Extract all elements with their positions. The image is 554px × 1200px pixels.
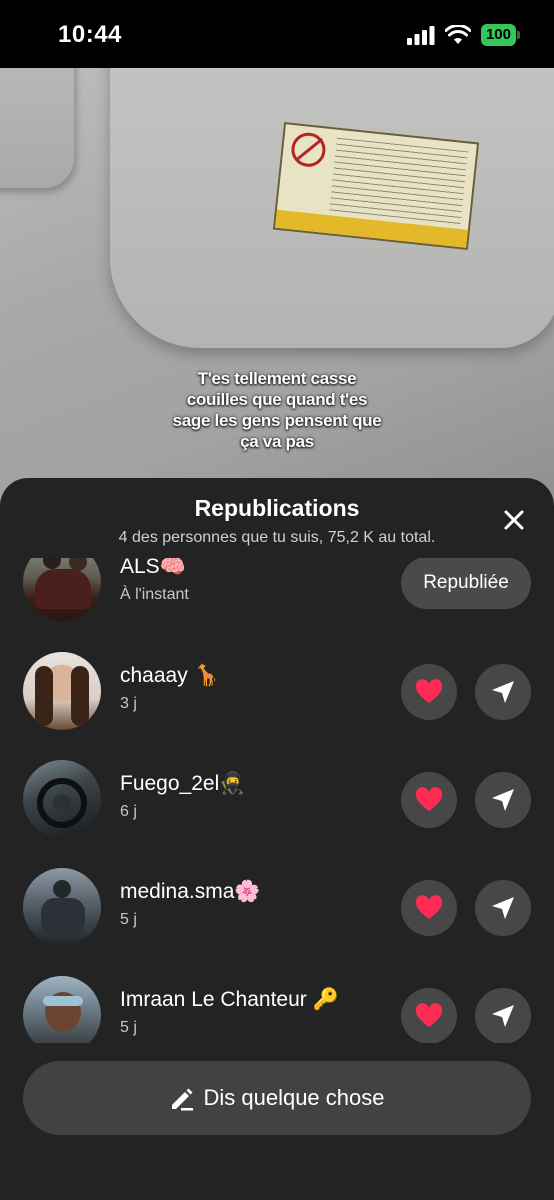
send-button[interactable] (475, 664, 531, 720)
status-time: 10:44 (58, 21, 122, 48)
repost-time: 6 j (120, 803, 137, 820)
repost-time: 3 j (120, 695, 137, 712)
username[interactable]: Fuego_2el🥷 (120, 772, 245, 796)
send-button[interactable] (475, 772, 531, 828)
status-icons: 100 (406, 24, 521, 46)
username[interactable]: Imraan Le Chanteur 🔑 (120, 988, 339, 1012)
repost-time: 5 j (120, 1019, 137, 1036)
video-frame[interactable]: T'es tellement casse couilles que quand … (0, 68, 554, 508)
airbag-warning-label (272, 122, 480, 250)
username[interactable]: medina.sma🌸 (120, 880, 261, 904)
repost-time: 5 j (120, 911, 137, 928)
send-arrow-icon (492, 681, 514, 703)
heart-icon (415, 787, 443, 811)
sheet-subtitle: 4 des personnes que tu suis, 75,2 K au t… (118, 529, 436, 546)
list-item[interactable]: medina.sma🌸 5 j (0, 868, 554, 948)
reposted-button[interactable]: Republiée (401, 558, 531, 609)
avatar[interactable] (23, 976, 101, 1043)
username[interactable]: ALS🧠 (120, 558, 186, 579)
battery-indicator: 100 (480, 24, 521, 46)
sun-visor-left (0, 68, 74, 188)
close-icon[interactable] (502, 508, 526, 532)
warning-prohibition-icon (289, 131, 328, 169)
heart-icon (415, 679, 443, 703)
list-item[interactable]: chaaay 🦒 3 j (0, 652, 554, 732)
like-button[interactable] (401, 772, 457, 828)
avatar[interactable] (23, 868, 101, 946)
comment-composer-button[interactable]: Dis quelque chose (23, 1061, 531, 1135)
video-caption: T'es tellement casse couilles que quand … (172, 369, 382, 451)
list-item[interactable]: Imraan Le Chanteur 🔑 5 j (0, 976, 554, 1043)
avatar[interactable] (23, 760, 101, 838)
list-item[interactable]: Fuego_2el🥷 6 j (0, 760, 554, 840)
sheet-title: Republications (194, 495, 360, 521)
signal-icon (406, 26, 435, 45)
like-button[interactable] (401, 880, 457, 936)
heart-icon (415, 1003, 443, 1027)
send-button[interactable] (475, 880, 531, 936)
repost-time: À l'instant (120, 586, 189, 603)
username[interactable]: chaaay 🦒 (120, 664, 220, 688)
wifi-icon (444, 25, 471, 44)
list-item[interactable]: ALS🧠 À l'instant Republiée (0, 558, 554, 623)
reposts-list[interactable]: ALS🧠 À l'instant Republiée chaaay 🦒 3 j (0, 558, 554, 1043)
like-button[interactable] (401, 664, 457, 720)
heart-icon (415, 895, 443, 919)
status-bar: 10:44 100 (0, 0, 554, 68)
send-button[interactable] (475, 988, 531, 1043)
send-arrow-icon (492, 1005, 514, 1027)
like-button[interactable] (401, 988, 457, 1043)
send-arrow-icon (492, 897, 514, 919)
composer-label: Dis quelque chose (203, 1085, 385, 1110)
avatar[interactable] (23, 652, 101, 730)
send-arrow-icon (492, 789, 514, 811)
avatar[interactable] (23, 558, 101, 621)
pencil-icon (172, 1088, 194, 1111)
reposts-sheet: Republications 4 des personnes que tu su… (0, 478, 554, 1200)
